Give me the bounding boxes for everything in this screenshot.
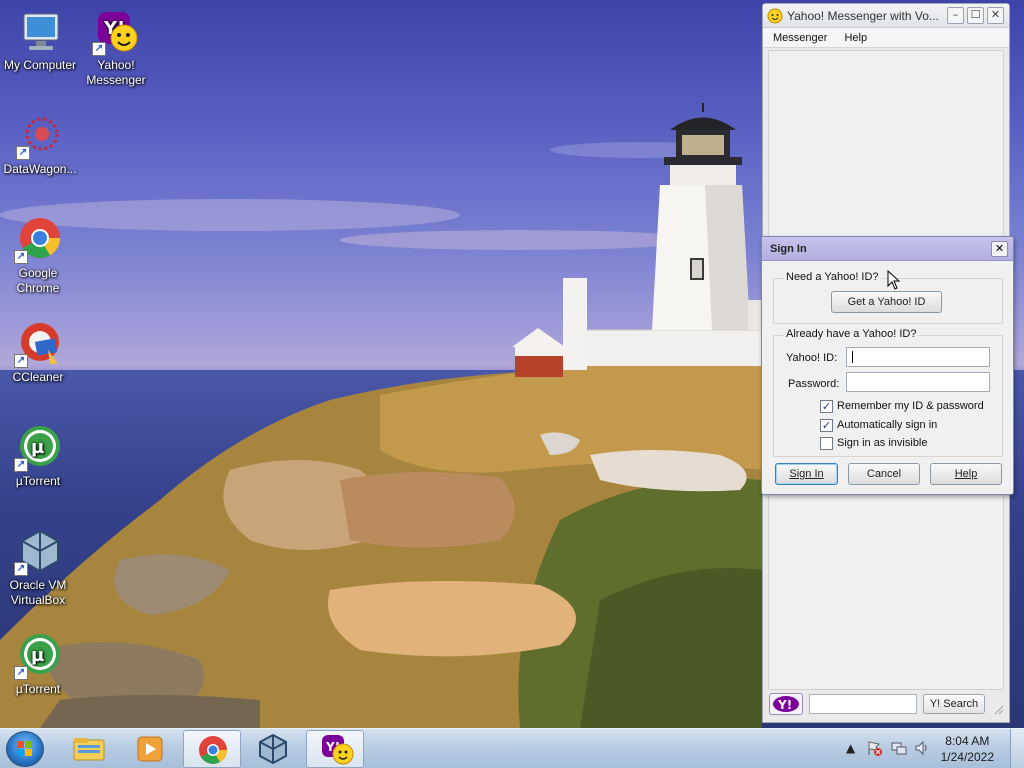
desktop-icon-virtualbox[interactable]: ↗ Oracle VM VirtualBox	[0, 528, 78, 608]
have-id-group: Already have a Yahoo! ID? Yahoo! ID: Pas…	[773, 328, 1003, 457]
minimize-button[interactable]: –	[947, 7, 964, 24]
ccleaner-icon: ↗	[14, 320, 62, 368]
desktop-icon-label: Yahoo! Messenger	[86, 58, 146, 87]
password-field[interactable]	[846, 372, 990, 392]
desktop-icon-datawagon[interactable]: ↗ DataWagon...	[0, 112, 80, 177]
desktop-icon-label: CCleaner	[12, 370, 64, 384]
taskbar-explorer[interactable]	[60, 730, 118, 768]
invisible-label[interactable]: Sign in as invisible	[837, 437, 928, 449]
action-center-flag-icon[interactable]	[866, 740, 882, 756]
desktop-icon-label: µTorrent	[15, 474, 61, 488]
yahoo-logo-icon: Y!	[773, 696, 799, 712]
explorer-icon	[73, 738, 105, 761]
sign-in-button[interactable]: Sign In	[775, 463, 838, 485]
resize-grip[interactable]	[994, 704, 1004, 715]
search-bar: Y! Y! Search	[768, 692, 1004, 718]
yahoo-search-button[interactable]: Y! Search	[923, 694, 985, 714]
yahoo-id-field[interactable]	[846, 347, 990, 367]
datawagon-icon: ↗	[16, 112, 64, 160]
search-input[interactable]	[809, 694, 917, 714]
shortcut-arrow-icon: ↗	[14, 562, 28, 576]
desktop-icon-label: My Computer	[3, 58, 77, 72]
chrome-icon	[199, 736, 227, 764]
dialog-titlebar[interactable]: Sign In ✕	[762, 237, 1013, 261]
remember-label[interactable]: Remember my ID & password	[837, 400, 984, 412]
shortcut-arrow-icon: ↗	[14, 354, 28, 368]
have-id-heading: Already have a Yahoo! ID?	[784, 328, 919, 340]
desktop-icon-utorrent-2[interactable]: µ ↗ µTorrent	[0, 632, 78, 697]
close-button[interactable]: ✕	[987, 7, 1004, 24]
utorrent-icon: µ ↗	[14, 632, 62, 680]
desktop-icon-my-computer[interactable]: My Computer	[0, 8, 80, 73]
password-label: Password:	[788, 378, 840, 390]
auto-sign-in-label[interactable]: Automatically sign in	[837, 419, 937, 431]
menu-messenger[interactable]: Messenger	[773, 28, 827, 48]
taskbar-virtualbox[interactable]	[244, 730, 302, 768]
taskbar-media-player[interactable]	[120, 730, 178, 768]
remember-checkbox[interactable]: ✓	[820, 400, 833, 413]
shortcut-arrow-icon: ↗	[92, 42, 106, 56]
svg-text:µ: µ	[31, 437, 44, 458]
invisible-checkbox[interactable]	[820, 437, 833, 450]
desktop-icon-label: Oracle VM VirtualBox	[9, 578, 67, 607]
taskbar: Y! ▲ 8:04 AM 1/24/2022	[0, 728, 1024, 768]
maximize-button[interactable]: ☐	[967, 7, 984, 24]
yahoo-smiley-icon	[767, 8, 783, 24]
windows-logo-icon	[17, 741, 32, 756]
network-icon[interactable]	[891, 740, 907, 756]
yahoo-id-label: Yahoo! ID:	[786, 352, 838, 364]
yahoo-messenger-icon: Y! ↗	[92, 8, 140, 56]
auto-sign-in-checkbox[interactable]: ✓	[820, 419, 833, 432]
virtualbox-icon	[259, 733, 287, 765]
get-yahoo-id-button[interactable]: Get a Yahoo! ID	[831, 291, 942, 313]
dialog-close-button[interactable]: ✕	[991, 241, 1008, 257]
help-button-label: Help	[954, 468, 978, 480]
desktop-icon-utorrent[interactable]: µ ↗ µTorrent	[0, 424, 78, 489]
shortcut-arrow-icon: ↗	[16, 146, 30, 160]
need-id-heading: Need a Yahoo! ID?	[784, 271, 881, 283]
menu-bar: Messenger Help	[763, 28, 1009, 48]
virtualbox-icon: ↗	[14, 528, 62, 576]
cancel-button[interactable]: Cancel	[848, 463, 920, 485]
desktop-icon-label: Google Chrome	[16, 266, 60, 295]
svg-text:µ: µ	[31, 645, 44, 666]
desktop-icon-label: DataWagon...	[3, 162, 77, 176]
mouse-cursor-icon	[887, 270, 901, 290]
desktop-icon-yahoo-messenger[interactable]: Y! ↗ Yahoo! Messenger	[76, 8, 156, 88]
window-titlebar[interactable]: Yahoo! Messenger with Vo... – ☐ ✕	[763, 4, 1009, 28]
shortcut-arrow-icon: ↗	[14, 250, 28, 264]
shortcut-arrow-icon: ↗	[14, 458, 28, 472]
desktop-icon-google-chrome[interactable]: ↗ Google Chrome	[0, 216, 78, 296]
shortcut-arrow-icon: ↗	[14, 666, 28, 680]
text-caret	[852, 351, 853, 363]
start-button[interactable]	[6, 731, 44, 767]
show-hidden-icons-button[interactable]: ▲	[846, 741, 855, 755]
taskbar-yahoo-messenger[interactable]: Y!	[306, 730, 364, 768]
volume-icon[interactable]	[914, 740, 930, 756]
clock-date: 1/24/2022	[940, 750, 994, 764]
window-title: Yahoo! Messenger with Vo...	[787, 9, 939, 23]
desktop-icon-ccleaner[interactable]: ↗ CCleaner	[0, 320, 78, 385]
help-button[interactable]: Help	[930, 463, 1002, 485]
utorrent-icon: µ ↗	[14, 424, 62, 472]
taskbar-chrome[interactable]	[183, 730, 241, 768]
sign-in-button-label: Sign In	[789, 468, 824, 480]
computer-icon	[16, 8, 64, 56]
media-player-icon	[137, 736, 163, 762]
dialog-title: Sign In	[770, 243, 807, 255]
desktop-icon-label: µTorrent	[15, 682, 61, 696]
system-clock[interactable]: 8:04 AM 1/24/2022	[941, 733, 994, 765]
chrome-icon: ↗	[14, 216, 62, 264]
svg-text:Y!: Y!	[777, 698, 792, 712]
menu-help[interactable]: Help	[844, 28, 867, 48]
show-desktop-button[interactable]	[1010, 729, 1024, 768]
yahoo-logo-button[interactable]: Y!	[769, 693, 803, 715]
yahoo-messenger-icon: Y!	[322, 735, 354, 765]
clock-time: 8:04 AM	[945, 734, 990, 748]
